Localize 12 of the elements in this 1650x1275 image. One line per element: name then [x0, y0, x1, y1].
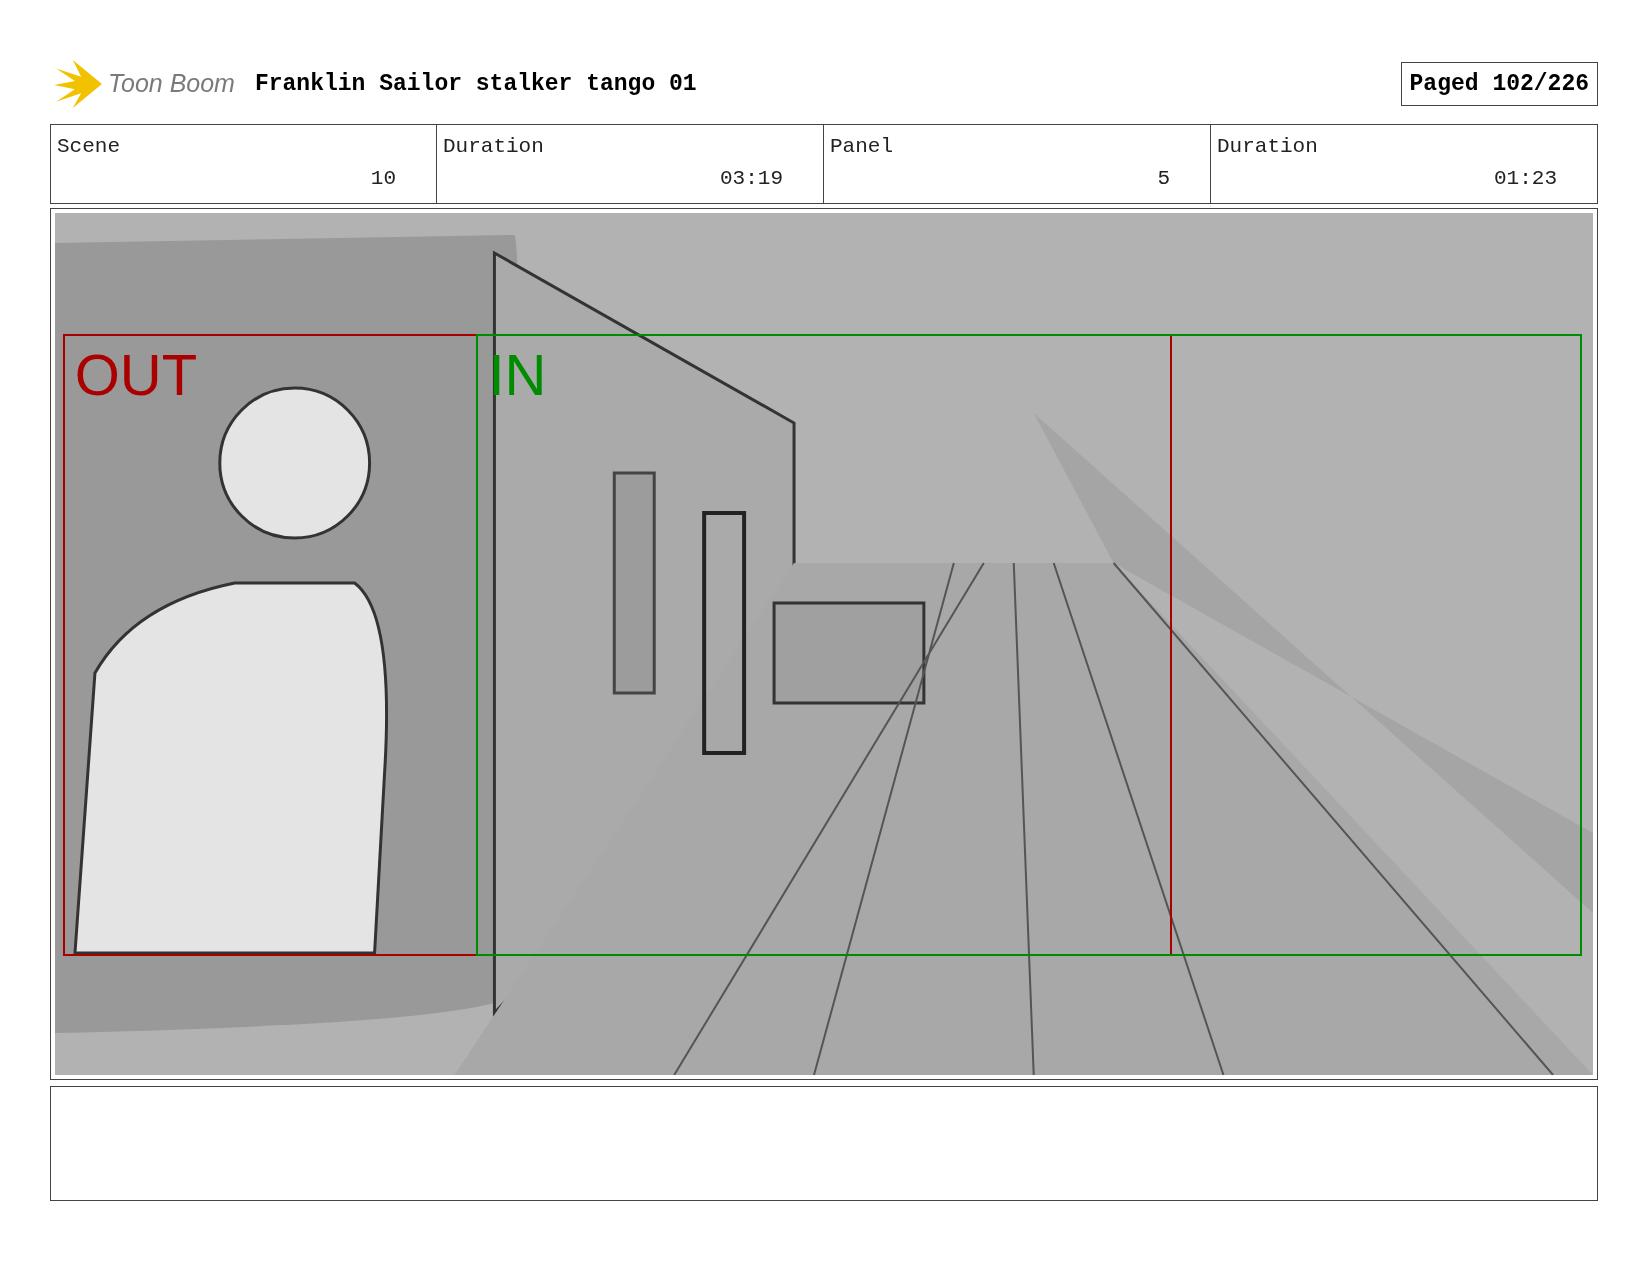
field-label: Duration	[1217, 134, 1319, 160]
page-counter: Paged 102/226	[1400, 61, 1598, 107]
field-label: Panel	[830, 134, 894, 160]
storyboard-title: Franklin Sailor stalker tango 01	[254, 69, 697, 99]
logo-wordmark: Toon Boom	[108, 68, 235, 100]
field-label: Scene	[57, 134, 121, 160]
field-value: 01:23	[1494, 165, 1557, 192]
frame-label: OUT	[74, 345, 198, 404]
field-label: Duration	[443, 134, 545, 160]
field-value: 5	[1157, 165, 1170, 192]
field-value: 10	[370, 165, 396, 192]
field-value: 03:19	[720, 165, 783, 192]
